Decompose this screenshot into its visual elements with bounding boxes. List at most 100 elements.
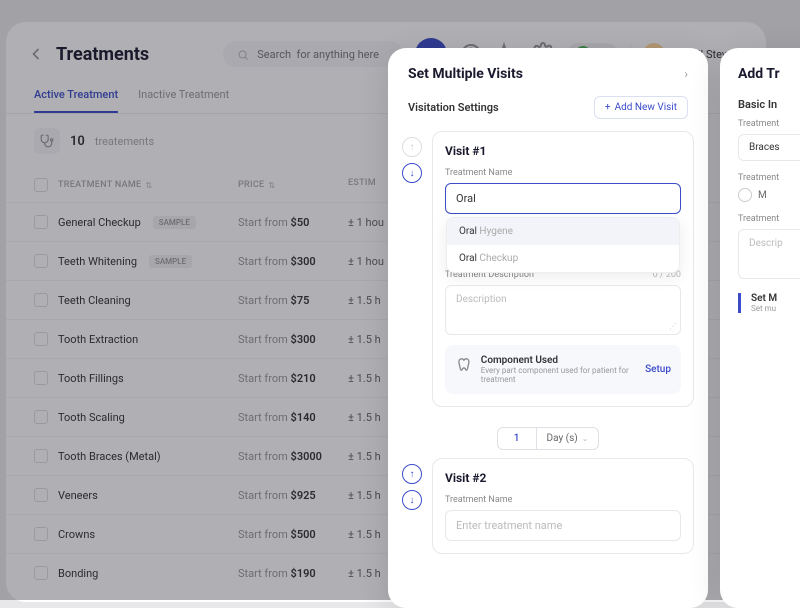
treatment-name: Tooth Scaling xyxy=(58,411,125,424)
estimate: ± 1.5 h xyxy=(348,372,381,385)
stethoscope-icon xyxy=(34,128,60,154)
highlight-title: Set M xyxy=(751,293,800,304)
header-price[interactable]: PRICE xyxy=(238,180,264,190)
tooth-icon xyxy=(455,355,473,375)
visit-title: Visit #1 xyxy=(445,144,681,158)
select-all-checkbox[interactable] xyxy=(34,178,48,192)
header-estimate[interactable]: ESTIM xyxy=(348,178,376,188)
section-title: Visitation Settings xyxy=(408,101,499,114)
resize-handle-icon[interactable]: ⋰ xyxy=(669,322,677,331)
set-visits-modal: Set Multiple Visits › Visitation Setting… xyxy=(388,48,708,608)
treatment-name-input[interactable]: Oral Oral Hygene Oral Checkup xyxy=(445,183,681,214)
treatment-name: Tooth Extraction xyxy=(58,333,138,346)
treatment-name: Tooth Braces (Metal) xyxy=(58,450,161,463)
row-checkbox[interactable] xyxy=(34,566,48,580)
move-down-button[interactable]: ↓ xyxy=(402,490,422,510)
component-desc: Every part component used for patient fo… xyxy=(481,366,645,384)
price: Start from $190 xyxy=(238,567,316,580)
highlight-item[interactable]: Set M Set mu xyxy=(738,293,800,313)
chevron-right-icon[interactable]: › xyxy=(684,67,688,81)
price: Start from $300 xyxy=(238,333,316,346)
visit-card-2: Visit #2 Treatment Name Enter treatment … xyxy=(432,458,694,554)
description-textarea[interactable]: Descrip xyxy=(738,229,800,279)
input-value: Oral xyxy=(456,192,476,205)
price: Start from $300 xyxy=(238,255,316,268)
row-checkbox[interactable] xyxy=(34,293,48,307)
setup-link[interactable]: Setup xyxy=(645,364,671,375)
row-checkbox[interactable] xyxy=(34,371,48,385)
treatment-name: Teeth Whitening xyxy=(58,255,137,268)
description-textarea[interactable]: Description⋰ xyxy=(445,285,681,335)
treatment-name: Bonding xyxy=(58,567,98,580)
sort-icon[interactable]: ⇅ xyxy=(145,181,152,190)
page-title: Treatments xyxy=(56,44,149,65)
estimate: ± 1 hou xyxy=(348,255,384,268)
estimate: ± 1.5 h xyxy=(348,411,381,424)
count-number: 10 xyxy=(70,134,85,149)
row-checkbox[interactable] xyxy=(34,527,48,541)
field-label: Treatment xyxy=(738,214,800,224)
row-checkbox[interactable] xyxy=(34,488,48,502)
visit-card-1: Visit #1 Treatment Name Oral Oral Hygene… xyxy=(432,131,694,407)
chevron-down-icon: ⌄ xyxy=(582,434,589,443)
treatment-name: Veneers xyxy=(58,489,98,502)
back-button[interactable] xyxy=(26,44,46,64)
highlight-desc: Set mu xyxy=(751,304,800,313)
component-row: Component Used Every part component used… xyxy=(445,345,681,394)
dropdown-item[interactable]: Oral Checkup xyxy=(447,245,679,272)
estimate: ± 1.5 h xyxy=(348,450,381,463)
treatment-name: General Checkup xyxy=(58,216,141,229)
price: Start from $75 xyxy=(238,294,309,307)
sample-badge: SAMPLE xyxy=(153,216,196,229)
row-checkbox[interactable] xyxy=(34,332,48,346)
price: Start from $925 xyxy=(238,489,316,502)
estimate: ± 1.5 h xyxy=(348,333,381,346)
tab-active-treatment[interactable]: Active Treatment xyxy=(34,78,118,113)
move-up-button: ↑ xyxy=(402,137,422,157)
price: Start from $50 xyxy=(238,216,309,229)
estimate: ± 1.5 h xyxy=(348,528,381,541)
treatment-name: Crowns xyxy=(58,528,95,541)
move-up-button[interactable]: ↑ xyxy=(402,464,422,484)
estimate: ± 1.5 h xyxy=(348,567,381,580)
row-checkbox[interactable] xyxy=(34,254,48,268)
modal-title: Set Multiple Visits xyxy=(408,66,523,82)
sample-badge: SAMPLE xyxy=(149,255,192,268)
tab-inactive-treatment[interactable]: Inactive Treatment xyxy=(138,78,229,113)
add-treatment-modal: Add Tr Basic In Treatment Braces Treatme… xyxy=(720,48,800,608)
day-input[interactable]: 1 xyxy=(497,427,537,450)
search-icon xyxy=(237,47,249,61)
count-label: treatements xyxy=(95,135,154,148)
field-label: Treatment Name xyxy=(445,168,681,178)
search-input[interactable] xyxy=(257,48,389,61)
dropdown-item[interactable]: Oral Hygene xyxy=(447,218,679,245)
header-name[interactable]: TREATMENT NAME xyxy=(58,180,141,190)
plus-icon: + xyxy=(605,102,611,113)
treatment-input[interactable]: Braces xyxy=(738,134,800,161)
search-box[interactable] xyxy=(223,41,403,67)
price: Start from $210 xyxy=(238,372,316,385)
row-checkbox[interactable] xyxy=(34,410,48,424)
treatment-name-input[interactable]: Enter treatment name xyxy=(445,510,681,541)
day-selector: 1 Day (s)⌄ xyxy=(388,419,708,458)
radio-option[interactable]: M xyxy=(738,188,800,202)
visit-title: Visit #2 xyxy=(445,471,681,485)
move-down-button[interactable]: ↓ xyxy=(402,163,422,183)
component-title: Component Used xyxy=(481,355,645,366)
row-checkbox[interactable] xyxy=(34,449,48,463)
day-unit-select[interactable]: Day (s)⌄ xyxy=(537,427,600,450)
row-checkbox[interactable] xyxy=(34,215,48,229)
add-visit-button[interactable]: +Add New Visit xyxy=(594,96,688,119)
field-label: Treatment xyxy=(738,119,800,129)
radio-circle xyxy=(738,188,752,202)
estimate: ± 1.5 h xyxy=(348,294,381,307)
price: Start from $500 xyxy=(238,528,316,541)
estimate: ± 1 hou xyxy=(348,216,384,229)
estimate: ± 1.5 h xyxy=(348,489,381,502)
sort-icon[interactable]: ⇅ xyxy=(268,181,275,190)
treatment-name: Tooth Fillings xyxy=(58,372,124,385)
field-label: Treatment Name xyxy=(445,495,681,505)
modal2-section: Basic In xyxy=(738,98,800,111)
autocomplete-dropdown: Oral Hygene Oral Checkup xyxy=(446,217,680,273)
field-label: Treatment xyxy=(738,173,800,183)
